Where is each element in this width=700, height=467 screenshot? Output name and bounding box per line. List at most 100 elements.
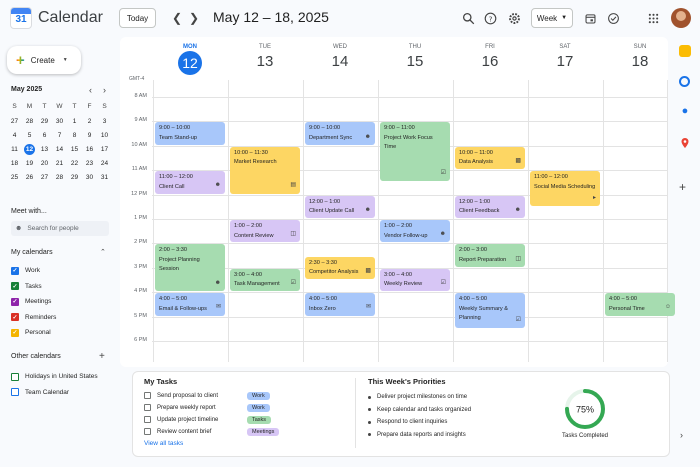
mini-day[interactable]: 27: [37, 171, 52, 184]
event-card[interactable]: 4:00 – 5:00 Inbox Zero ✉: [305, 293, 375, 316]
checkbox-icon[interactable]: ✓: [11, 313, 19, 321]
mini-day[interactable]: 25: [7, 171, 22, 184]
calendar-view-icon[interactable]: [582, 10, 598, 26]
calendar-item[interactable]: Team Calendar: [11, 387, 69, 398]
mini-day[interactable]: 28: [22, 115, 37, 128]
day-number[interactable]: 15: [377, 53, 453, 70]
checkbox-icon[interactable]: ✓: [11, 282, 19, 290]
settings-gear-icon[interactable]: [506, 10, 522, 26]
expand-panel-icon[interactable]: ›: [680, 430, 683, 440]
checkbox-icon[interactable]: [11, 388, 19, 396]
mini-day[interactable]: 11: [7, 143, 22, 156]
previous-week-icon[interactable]: ❮: [169, 10, 185, 26]
event-card[interactable]: 3:00 – 4:00 Weekly Review ☑: [380, 268, 450, 292]
mini-day[interactable]: 6: [37, 129, 52, 142]
search-icon[interactable]: [460, 10, 476, 26]
task-checkbox[interactable]: [144, 404, 151, 411]
day-number[interactable]: 18: [602, 53, 678, 70]
mini-day[interactable]: 28: [52, 171, 67, 184]
event-card[interactable]: 9:00 – 10:00 Department Sync ☻: [305, 122, 375, 145]
mini-day[interactable]: 17: [97, 143, 112, 156]
checkbox-icon[interactable]: ✓: [11, 328, 19, 337]
contacts-icon[interactable]: ●: [679, 105, 691, 117]
day-header-thu[interactable]: THU 15: [377, 44, 453, 70]
day-header-wed[interactable]: WED 14: [302, 44, 378, 70]
tasks-view-icon[interactable]: [605, 10, 621, 26]
task-item[interactable]: Update project timeline Tasks: [144, 415, 272, 424]
mini-day[interactable]: 7: [52, 129, 67, 142]
mini-day[interactable]: 22: [67, 157, 82, 170]
day-header-fri[interactable]: FRI 16: [452, 44, 528, 70]
mini-day[interactable]: 8: [67, 129, 82, 142]
checkbox-icon[interactable]: [11, 372, 19, 381]
tasks-icon[interactable]: [679, 76, 690, 87]
checkbox-icon[interactable]: ✓: [11, 266, 19, 275]
today-button[interactable]: Today: [119, 8, 156, 28]
mini-day[interactable]: 21: [52, 157, 67, 170]
day-number[interactable]: 12: [178, 51, 202, 75]
mini-day[interactable]: 1: [67, 115, 82, 128]
mini-day[interactable]: 31: [97, 171, 112, 184]
mini-day[interactable]: 30: [52, 115, 67, 128]
mini-day[interactable]: 12: [22, 143, 37, 156]
calendar-item[interactable]: ✓ Work: [11, 265, 40, 276]
avatar[interactable]: [671, 8, 691, 28]
mini-next-month-icon[interactable]: ›: [103, 85, 106, 95]
event-card[interactable]: 1:00 – 2:00 Vendor Follow-up ☻: [380, 220, 450, 243]
event-card[interactable]: 11:00 – 12:00 Social Media Scheduling ▸: [530, 171, 600, 206]
help-icon[interactable]: ?: [482, 10, 498, 26]
mini-day[interactable]: 5: [22, 129, 37, 142]
chevron-up-icon[interactable]: ⌃: [100, 248, 106, 256]
event-card[interactable]: 4:00 – 5:00 Personal Time ☺: [605, 293, 675, 316]
mini-day[interactable]: 20: [37, 157, 52, 170]
task-checkbox[interactable]: [144, 428, 151, 435]
task-item[interactable]: Prepare weekly report Work: [144, 403, 270, 412]
add-addon-icon[interactable]: +: [679, 180, 686, 194]
calendar-item[interactable]: ✓ Meetings: [11, 296, 51, 307]
add-calendar-icon[interactable]: +: [99, 351, 105, 362]
calendar-item[interactable]: ✓ Tasks: [11, 281, 42, 292]
day-header-sun[interactable]: SUN 18: [602, 44, 678, 70]
task-item[interactable]: Send proposal to client Work: [144, 391, 270, 400]
mini-day[interactable]: 16: [82, 143, 97, 156]
mini-prev-month-icon[interactable]: ‹: [89, 85, 92, 95]
view-all-tasks-link[interactable]: View all tasks: [144, 440, 183, 447]
mini-day[interactable]: 27: [7, 115, 22, 128]
mini-day[interactable]: 26: [22, 171, 37, 184]
event-card[interactable]: 4:00 – 5:00 Weekly Summary & Planning ☑: [455, 293, 525, 328]
event-card[interactable]: 9:00 – 10:00 Team Stand-up: [155, 122, 225, 145]
mini-day[interactable]: 19: [22, 157, 37, 170]
mini-day[interactable]: 15: [67, 143, 82, 156]
event-card[interactable]: 11:00 – 12:00 Client Call ☻: [155, 171, 225, 194]
event-card[interactable]: 10:00 – 11:30 Market Research ▤: [230, 146, 300, 194]
search-people-input[interactable]: ☻ Search for people: [11, 221, 109, 236]
event-card[interactable]: 12:00 – 1:00 Client Feedback ☻: [455, 195, 525, 218]
checkbox-icon[interactable]: ✓: [11, 297, 19, 306]
event-card[interactable]: 3:00 – 4:00 Task Management ☑: [230, 268, 300, 292]
mini-day[interactable]: 10: [97, 129, 112, 142]
next-week-icon[interactable]: ❯: [186, 10, 202, 26]
mini-day[interactable]: 13: [37, 143, 52, 156]
maps-icon[interactable]: [679, 136, 691, 148]
task-item[interactable]: Review content brief Meetings: [144, 427, 280, 436]
event-card[interactable]: 1:00 – 2:00 Content Review ◫: [230, 220, 300, 243]
event-card[interactable]: 2:00 – 3:30 Project Planning Session ☻: [155, 244, 225, 292]
event-card[interactable]: 2:00 – 3:00 Report Preparation ◫: [455, 244, 525, 267]
event-card[interactable]: 12:00 – 1:00 Client Update Call ☻: [305, 195, 375, 218]
task-checkbox[interactable]: [144, 416, 151, 423]
event-card[interactable]: 10:00 – 11:00 Data Analysis ▩: [455, 146, 525, 170]
view-selector[interactable]: Week ▼: [531, 8, 573, 28]
mini-day[interactable]: 14: [52, 143, 67, 156]
mini-day[interactable]: 4: [7, 129, 22, 142]
day-number[interactable]: 16: [452, 53, 528, 70]
mini-day[interactable]: 29: [67, 171, 82, 184]
keep-notes-icon[interactable]: [679, 45, 691, 57]
create-button[interactable]: + Create ▼: [7, 46, 81, 74]
calendar-item[interactable]: Holidays in United States: [11, 371, 98, 382]
day-header-tue[interactable]: TUE 13: [227, 44, 303, 70]
day-number[interactable]: 14: [302, 53, 378, 70]
event-card[interactable]: 2:30 – 3:30 Competitor Analysis ▩: [305, 256, 375, 279]
mini-day[interactable]: 30: [82, 171, 97, 184]
day-header-mon[interactable]: MON 12: [152, 44, 228, 75]
mini-day[interactable]: 3: [97, 115, 112, 128]
